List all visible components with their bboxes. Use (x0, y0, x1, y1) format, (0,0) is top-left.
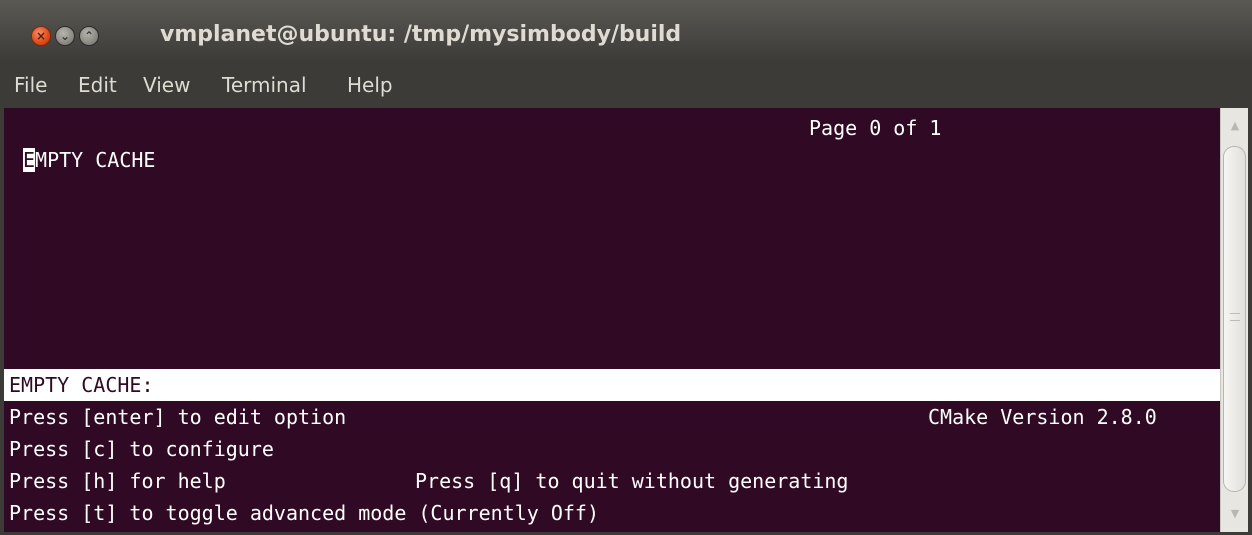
menu-view[interactable]: View (143, 68, 190, 102)
cache-entry: EMPTY CACHE (23, 144, 155, 176)
status-bar: EMPTY CACHE: (4, 369, 1220, 401)
help-line-configure: Press [c] to configure (9, 437, 274, 461)
menu-help[interactable]: Help (347, 68, 393, 102)
cache-entry-label: MPTY CACHE (35, 148, 156, 172)
close-icon[interactable]: × (31, 26, 51, 46)
help-line-help: Press [h] for help (9, 469, 226, 493)
menu-edit[interactable]: Edit (78, 68, 117, 102)
help-line-toggle: Press [t] to toggle advanced mode (Curre… (9, 501, 600, 525)
scroll-up-icon[interactable]: ▲ (1221, 108, 1249, 144)
terminal-window: × ⌄ ⌃ vmplanet@ubuntu: /tmp/mysimbody/bu… (0, 0, 1252, 535)
cmake-version: CMake Version 2.8.0 (928, 405, 1157, 429)
title-bar[interactable]: × ⌄ ⌃ vmplanet@ubuntu: /tmp/mysimbody/bu… (0, 0, 1252, 62)
minimize-icon[interactable]: ⌄ (55, 26, 75, 46)
maximize-icon[interactable]: ⌃ (79, 26, 99, 46)
menu-terminal[interactable]: Terminal (222, 68, 307, 102)
help-line-quit: Press [q] to quit without generating (415, 469, 849, 493)
terminal-content[interactable]: Page 0 of 1 EMPTY CACHE EMPTY CACHE: Pre… (4, 108, 1220, 532)
scroll-down-icon[interactable]: ▼ (1221, 496, 1249, 532)
cursor: E (23, 148, 36, 172)
menu-bar: File Edit View Terminal Help (0, 62, 1252, 108)
menu-file[interactable]: File (14, 68, 47, 102)
window-title: vmplanet@ubuntu: /tmp/mysimbody/build (160, 22, 682, 47)
status-bar-text: EMPTY CACHE: (9, 373, 154, 397)
help-line-enter: Press [enter] to edit option (9, 405, 347, 429)
grip-icon (1230, 313, 1240, 321)
vertical-scrollbar[interactable]: ▲ ▼ (1220, 108, 1248, 532)
scrollbar-thumb[interactable] (1223, 146, 1246, 492)
page-indicator: Page 0 of 1 (809, 116, 942, 140)
